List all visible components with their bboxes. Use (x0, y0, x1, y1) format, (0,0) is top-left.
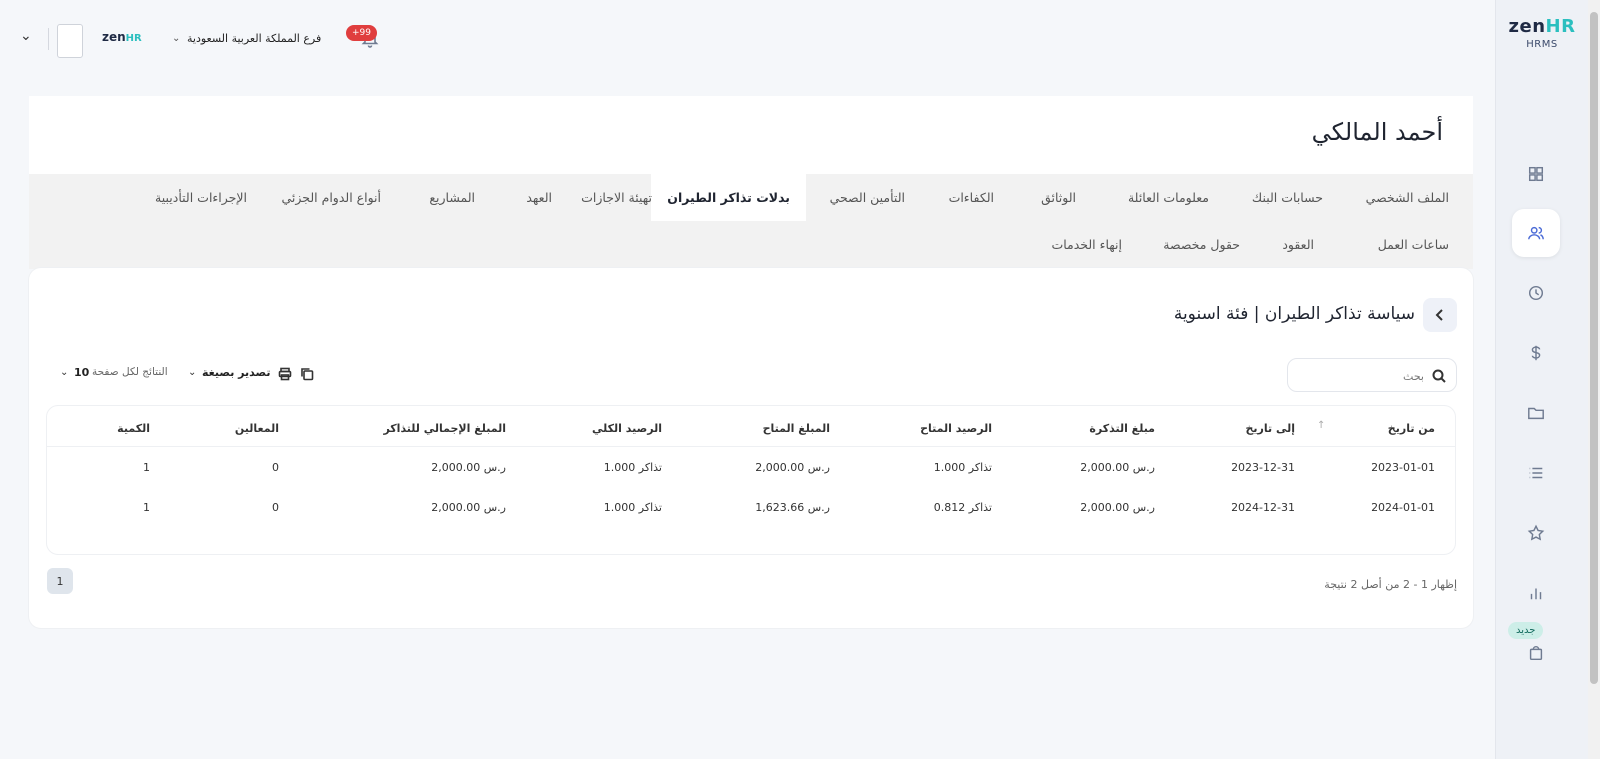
cell-from-date: 2024-01-01 (1371, 501, 1435, 514)
cell-total-tickets-amount: 2,000.00 ر.س (431, 501, 506, 514)
col-header-from-date[interactable]: من تاريخ (1388, 422, 1435, 435)
col-header-ticket-amount[interactable]: مبلغ التذكرة (1089, 422, 1155, 435)
tab-projects[interactable]: المشاريع (429, 174, 475, 221)
cell-total-balance: 1.000 تذاكر (603, 501, 662, 514)
table-toolbar: ⌄ 10 النتائج لكل صفحة ⌄ تصدير بصيغة (60, 366, 330, 386)
side-rail: zenHR HRMS جديد (1495, 0, 1588, 759)
clock-icon[interactable] (1512, 269, 1560, 317)
col-header-dependents[interactable]: المعالين (235, 422, 279, 435)
star-icon[interactable] (1512, 509, 1560, 557)
branch-chevron-down-icon[interactable]: ⌄ (172, 33, 180, 44)
search-icon[interactable] (1432, 368, 1446, 383)
branch-selector[interactable]: فرع المملكة العربية السعودية (187, 32, 321, 45)
avatar[interactable] (57, 24, 83, 58)
cell-to-date: 2023-12-31 (1231, 461, 1295, 474)
brand-name-accent: HR (1545, 16, 1576, 37)
brand-sub: HRMS (1526, 39, 1558, 50)
tab-bank-accounts[interactable]: حسابات البنك (1252, 174, 1323, 221)
dashboard-icon[interactable] (1512, 150, 1560, 198)
per-page-select[interactable]: 10 (74, 366, 89, 379)
tab-working-hours[interactable]: ساعات العمل (1378, 221, 1449, 268)
tab-personal-profile[interactable]: الملف الشخصي (1366, 174, 1449, 221)
tab-disciplinary-actions[interactable]: الإجراءات التأديبية (155, 174, 247, 221)
tab-end-of-service[interactable]: إنهاء الخدمات (1051, 221, 1122, 268)
tab-family-info[interactable]: معلومات العائلة (1128, 174, 1209, 221)
sort-arrow-up-icon[interactable]: ↑ (1317, 420, 1325, 431)
employee-name: أحمد المالكي (1311, 118, 1443, 146)
bar-chart-icon[interactable] (1512, 569, 1560, 617)
cell-quantity: 1 (143, 501, 150, 514)
col-header-to-date[interactable]: إلى تاريخ (1245, 422, 1295, 435)
chevron-left-icon (1435, 309, 1443, 321)
scrollbar-thumb[interactable] (1590, 12, 1598, 684)
search-box[interactable] (1287, 358, 1457, 392)
tab-leave-setup[interactable]: تهيئة الاجازات (581, 174, 652, 221)
tab-documents[interactable]: الوثائق (1041, 174, 1076, 221)
cell-quantity: 1 (143, 461, 150, 474)
col-header-quantity[interactable]: الكمية (117, 422, 150, 435)
page-scrollbar[interactable] (1588, 0, 1600, 759)
allowances-table: من تاريخ ↑ إلى تاريخ مبلغ التذكرة الرصيد… (46, 405, 1456, 555)
col-header-available-amount[interactable]: المبلغ المتاح (763, 422, 830, 435)
tab-competencies[interactable]: الكفاءات (949, 174, 994, 221)
user-menu-chevron-icon[interactable]: ⌄ (20, 28, 38, 46)
top-bar: ⌄ zenHR ⌄ فرع المملكة العربية السعودية +… (20, 22, 400, 58)
tab-custody[interactable]: العهد (526, 174, 552, 221)
cell-dependents: 0 (272, 461, 279, 474)
brand-logo[interactable]: zenHR HRMS (1496, 16, 1588, 50)
search-input[interactable] (1306, 366, 1426, 386)
brand-name: zen (1508, 16, 1546, 37)
copy-icon[interactable] (300, 366, 316, 382)
table-header-divider (47, 446, 1455, 447)
employee-tabs: الملف الشخصي حسابات البنك معلومات العائل… (29, 174, 1473, 269)
tab-part-time-types[interactable]: أنواع الدوام الجزئي (281, 174, 381, 221)
back-button[interactable] (1423, 298, 1457, 332)
cell-ticket-amount: 2,000.00 ر.س (1080, 501, 1155, 514)
col-header-total-balance[interactable]: الرصيد الكلي (592, 422, 662, 435)
tab-contracts[interactable]: العقود (1282, 221, 1314, 268)
notification-count-badge: +99 (346, 25, 377, 41)
export-chevron-down-icon[interactable]: ⌄ (188, 367, 196, 378)
export-button[interactable]: تصدير بصيغة (202, 366, 270, 379)
cell-from-date: 2023-01-01 (1371, 461, 1435, 474)
employee-header: أحمد المالكي (29, 96, 1473, 174)
cell-available-balance: 1.000 تذاكر (933, 461, 992, 474)
print-icon[interactable] (278, 366, 294, 382)
pagination-info: إظهار 1 - 2 من أصل 2 نتيجة (1324, 578, 1457, 591)
users-icon[interactable] (1512, 209, 1560, 257)
cell-available-amount: 2,000.00 ر.س (755, 461, 830, 474)
per-page-label: النتائج لكل صفحة (92, 366, 168, 378)
cell-ticket-amount: 2,000.00 ر.س (1080, 461, 1155, 474)
col-header-available-balance[interactable]: الرصيد المتاح (920, 422, 992, 435)
cell-total-balance: 1.000 تذاكر (603, 461, 662, 474)
policy-title: سياسة تذاكر الطيران | فئة اسنوية (1173, 304, 1415, 324)
tab-custom-fields[interactable]: حقول مخصصة (1163, 221, 1240, 268)
cell-available-amount: 1,623.66 ر.س (755, 501, 830, 514)
list-icon[interactable] (1512, 449, 1560, 497)
folder-icon[interactable] (1512, 389, 1560, 437)
tab-flight-ticket-allowances[interactable]: بدلات تذاكر الطيران (651, 174, 806, 221)
cell-total-tickets-amount: 2,000.00 ر.س (431, 461, 506, 474)
per-page-chevron-down-icon[interactable]: ⌄ (60, 367, 68, 378)
dollar-icon[interactable] (1512, 329, 1560, 377)
col-header-total-tickets-amount[interactable]: المبلغ الإجمالي للتذاكر (383, 422, 506, 435)
divider (48, 28, 49, 50)
tab-health-insurance[interactable]: التأمين الصحي (830, 174, 905, 221)
company-logo-name: zen (102, 30, 126, 44)
page-button-1[interactable]: 1 (47, 568, 73, 594)
cell-to-date: 2024-12-31 (1231, 501, 1295, 514)
cell-dependents: 0 (272, 501, 279, 514)
company-logo: zenHR (102, 30, 142, 44)
cell-available-balance: 0.812 تذاكر (933, 501, 992, 514)
company-logo-accent: HR (125, 33, 142, 44)
shopping-bag-icon[interactable] (1512, 629, 1560, 677)
